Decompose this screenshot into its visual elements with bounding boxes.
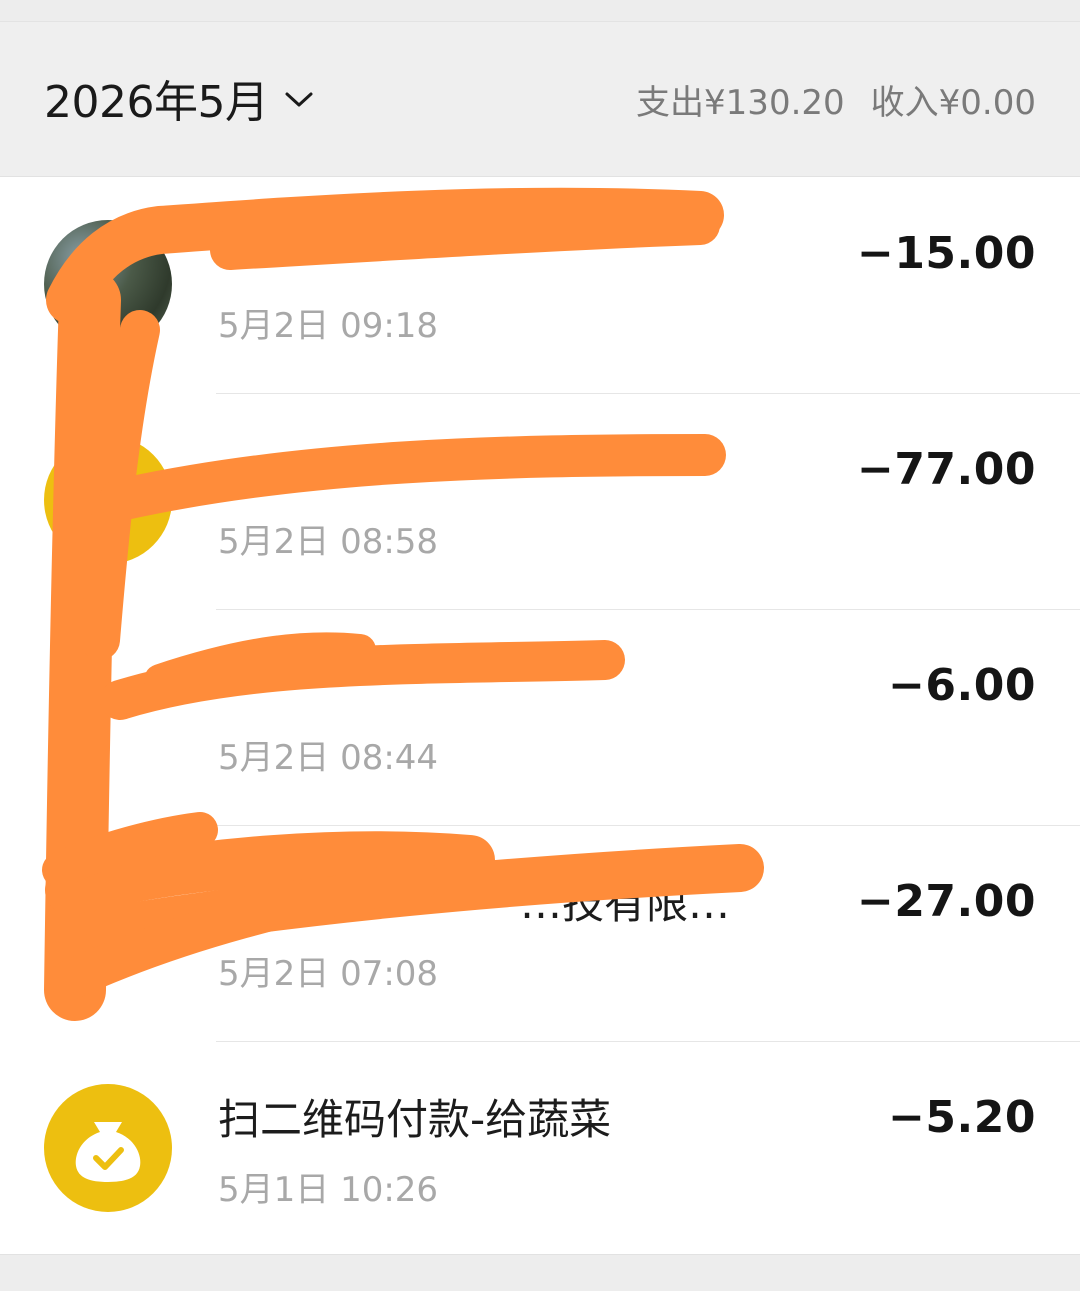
- transaction-time: 5月2日 07:08: [218, 954, 439, 994]
- expense-total: 支出¥130.20: [636, 82, 845, 123]
- status-spacer: [0, 0, 1080, 22]
- merchant-avatar: [44, 652, 172, 780]
- month-summary: 支出¥130.20 收入¥0.00: [636, 74, 1036, 124]
- transaction-list: 5月2日 09:18 −15.00 5月2日 08:58 −77.00 5月2日…: [0, 178, 1080, 1254]
- merchant-avatar: [44, 1084, 172, 1212]
- transaction-amount: −27.00: [856, 876, 1036, 927]
- transaction-title: …技有限…: [520, 879, 731, 928]
- transaction-time: 5月2日 08:44: [218, 738, 439, 778]
- transaction-time: 5月2日 09:18: [218, 306, 439, 346]
- transaction-row[interactable]: 5月2日 08:58 −77.00: [0, 394, 1080, 610]
- transaction-row[interactable]: 扫二维码付款-给蔬菜 5月1日 10:26 −5.20: [0, 1042, 1080, 1258]
- merchant-avatar: [44, 436, 172, 564]
- month-label: 2026年5月: [44, 77, 269, 128]
- money-bag-icon: [75, 1122, 141, 1182]
- list-footer: [0, 1254, 1080, 1291]
- transaction-time: 5月1日 10:26: [218, 1170, 439, 1210]
- transaction-amount: −15.00: [856, 228, 1036, 279]
- transaction-title: 扫二维码付款-给蔬菜: [218, 1095, 612, 1144]
- month-header: 2026年5月 支出¥130.20 收入¥0.00: [0, 22, 1080, 177]
- merchant-avatar: [44, 220, 172, 348]
- transaction-time: 5月2日 08:58: [218, 522, 439, 562]
- transaction-amount: −77.00: [856, 444, 1036, 495]
- transaction-row[interactable]: 5月2日 08:44 −6.00: [0, 610, 1080, 826]
- transaction-row[interactable]: …技有限… 5月2日 07:08 −27.00: [0, 826, 1080, 1042]
- transaction-amount: −5.20: [888, 1092, 1036, 1143]
- transaction-row[interactable]: 5月2日 09:18 −15.00: [0, 178, 1080, 394]
- income-total: 收入¥0.00: [870, 82, 1036, 123]
- month-selector[interactable]: 2026年5月: [44, 70, 314, 128]
- transaction-amount: −6.00: [888, 660, 1036, 711]
- merchant-avatar: [44, 868, 172, 996]
- chevron-down-icon: [285, 92, 313, 107]
